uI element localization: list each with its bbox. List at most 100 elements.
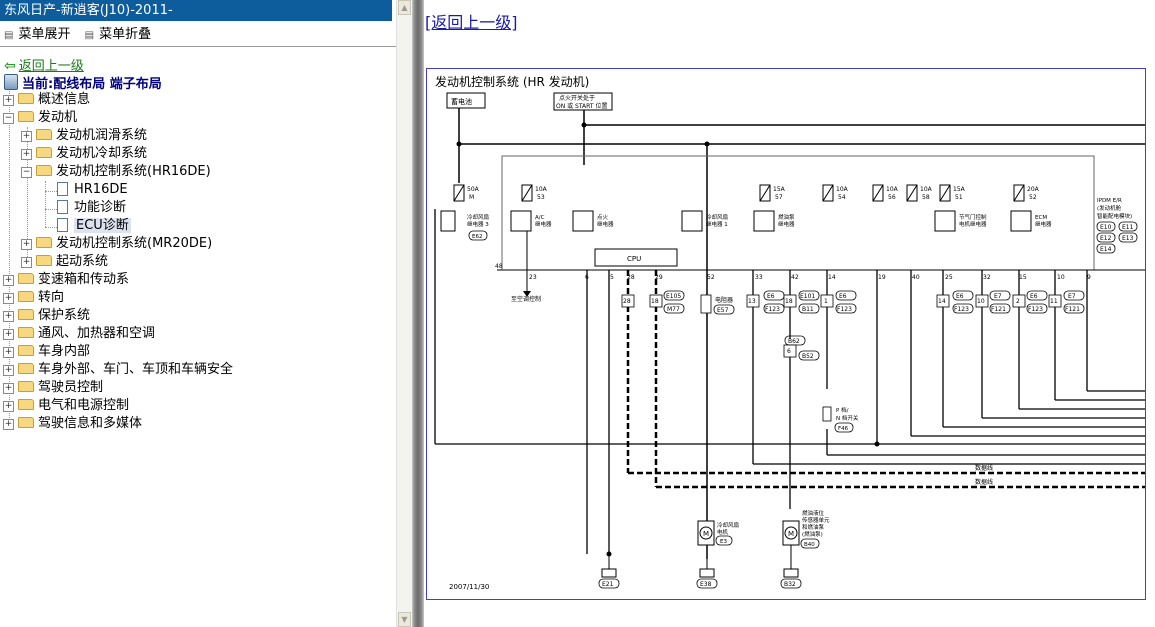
terminal-number: 52 (707, 274, 715, 281)
junction-dot (874, 441, 880, 447)
terminal-number: 25 (945, 274, 953, 281)
tree-item-engine-lubrication[interactable]: + 发动机润滑系统 (21, 127, 147, 145)
tree-item-engine[interactable]: − 发动机 (3, 109, 77, 127)
tree-item-starting-system[interactable]: + 起动系统 (21, 253, 108, 271)
terminal-number: 15 (1019, 274, 1027, 281)
fuse-rating: 50A (467, 186, 480, 193)
collapse-toggle[interactable]: − (3, 113, 14, 124)
tree-item-engine-control-mr20de[interactable]: + 发动机控制系统(MR20DE) (21, 235, 212, 253)
tree-connector (45, 181, 46, 227)
back-arrow-icon[interactable]: ⇦ (4, 58, 16, 74)
location-icon (4, 74, 18, 90)
ground-id: E38 (700, 581, 712, 588)
tree-item-label: 发动机润滑系统 (56, 128, 148, 143)
folder-open-icon (18, 111, 34, 122)
fuse-id: 53 (537, 194, 545, 201)
power-feed-lines (458, 108, 1145, 559)
tree-item-label: 概述信息 (38, 92, 91, 107)
terminal-number: 42 (791, 274, 799, 281)
tree-item-label: 起动系统 (56, 254, 109, 269)
ground-id: E21 (602, 581, 614, 588)
tree-item-transmission[interactable]: + 变速箱和传动系 (3, 271, 129, 289)
ipdm-label-line3: 智能配电模块) (1097, 212, 1132, 220)
document-icon (57, 218, 68, 232)
content-back-link[interactable]: [返回上一级] (425, 13, 518, 32)
ipdm-box (501, 155, 1095, 271)
expand-toggle[interactable]: + (3, 293, 14, 304)
tree-item-overview[interactable]: + 概述信息 (3, 91, 90, 109)
collapse-menu-button[interactable]: ▤ 菜单折叠 (85, 27, 151, 42)
tree-item-function-diagnosis[interactable]: 功能诊断 (54, 199, 126, 217)
current-location: 当前:配线布局 端子布局 (4, 73, 162, 92)
tree-item-engine-cooling[interactable]: + 发动机冷却系统 (21, 145, 147, 163)
expand-toggle[interactable]: + (21, 149, 32, 160)
expand-toggle[interactable]: + (3, 401, 14, 412)
divider (0, 46, 396, 47)
tree-item-steering[interactable]: + 转向 (3, 289, 64, 307)
tree-item-label: HR16DE (74, 182, 128, 197)
terminal-number: 10 (1057, 274, 1065, 281)
expand-toggle[interactable]: + (21, 131, 32, 142)
window-title: 东风日产-新逍客(J10)-2011- (0, 0, 392, 21)
pane-splitter[interactable] (412, 0, 424, 627)
fuse-id: 56 (888, 194, 896, 201)
expand-toggle[interactable]: + (3, 365, 14, 376)
connector-pin: 18 (785, 298, 793, 305)
relay-label: 电机继电器 (959, 220, 987, 228)
relay-label: 点火 (597, 214, 609, 221)
connector-id: F123 (954, 306, 969, 313)
tree-item-body-interior[interactable]: + 车身内部 (3, 343, 90, 361)
expand-toggle[interactable]: + (3, 419, 14, 430)
tree-item-driver-controls[interactable]: + 驾驶员控制 (3, 379, 103, 397)
relay-label: 继电器 (778, 220, 795, 228)
terminal-number: 32 (983, 274, 991, 281)
connector-pin: 13 (748, 298, 756, 305)
connector-pin: 18 (651, 298, 659, 305)
collapse-toggle[interactable]: − (21, 167, 32, 178)
tree-item-label: 发动机控制系统(MR20DE) (56, 236, 213, 251)
connector-id: E101 (800, 293, 815, 300)
scroll-down-icon[interactable]: ▼ (398, 612, 411, 627)
expand-toggle[interactable]: + (21, 257, 32, 268)
expand-toggle[interactable]: + (3, 95, 14, 106)
tree-item-driver-info-multimedia[interactable]: + 驾驶信息和多媒体 (3, 415, 142, 433)
expand-toggle[interactable]: + (3, 329, 14, 340)
junction-dot (581, 122, 587, 128)
expand-toggle[interactable]: + (3, 347, 14, 358)
cpu-label: CPU (627, 255, 641, 263)
nav-back-link[interactable]: 返回上一级 (19, 59, 84, 74)
fuse-rating: 15A (773, 186, 786, 193)
connector-pin: 28 (623, 298, 631, 305)
fuse-rating: 10A (920, 186, 933, 193)
relay-label: 冷却风扇 (467, 213, 489, 221)
scroll-up-icon[interactable]: ▲ (398, 0, 411, 15)
connector-id: F123 (765, 306, 780, 313)
connector-id: F121 (991, 306, 1006, 313)
folder-icon (18, 309, 34, 320)
fuse-id: 52 (1029, 194, 1037, 201)
tree-item-engine-control-hr16de[interactable]: − 发动机控制系统(HR16DE) (21, 163, 211, 181)
expand-toggle[interactable]: + (21, 239, 32, 250)
relay-label: A/C (535, 215, 545, 221)
nav-scrollbar[interactable]: ▲ ▼ (396, 0, 412, 627)
connector-id: E6 (839, 293, 847, 300)
ground-symbols (601, 545, 799, 578)
expand-toggle[interactable]: + (3, 311, 14, 322)
tree-item-protection[interactable]: + 保护系统 (3, 307, 90, 325)
ground-id: B32 (784, 581, 796, 588)
expand-toggle[interactable]: + (3, 383, 14, 394)
data-line-label: 数据线 (975, 478, 993, 486)
relay-label: 继电器 1 (706, 220, 728, 228)
tree-item-hr16de[interactable]: HR16DE (54, 181, 128, 199)
fan-motor-label: 电机 (717, 528, 729, 536)
connector-id: B52 (802, 353, 814, 360)
tree-item-body-exterior[interactable]: + 车身外部、车门、车顶和车辆安全 (3, 361, 233, 379)
expand-toggle[interactable]: + (3, 275, 14, 286)
harness-connectors: 28 18 E105 M77 电阻器 E57 13 E6 F123 18 E10… (621, 290, 1085, 361)
navigation-pane: 东风日产-新逍客(J10)-2011- ▤ 菜单展开 ▤ 菜单折叠 ⇦ 返回上一级 当… (0, 0, 396, 627)
tree-item-electrical[interactable]: + 电气和电源控制 (3, 397, 129, 415)
tree-item-ecu-diagnosis[interactable]: ECU诊断 (54, 217, 131, 235)
wiring-diagram: 发动机控制系统 (HR 发动机) 蓄电池 点火开关处于 ON 或 START 位… (426, 68, 1146, 600)
expand-menu-button[interactable]: ▤ 菜单展开 (4, 27, 70, 42)
tree-item-hvac[interactable]: + 通风、加热器和空调 (3, 325, 155, 343)
